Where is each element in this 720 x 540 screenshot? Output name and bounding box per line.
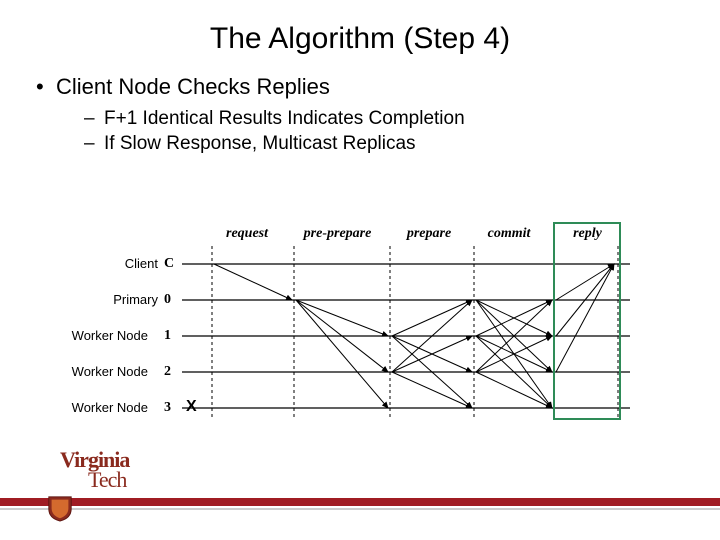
- bullet-level2: If Slow Response, Multicast Replicas: [36, 133, 690, 155]
- slide: The Algorithm (Step 4) Client Node Check…: [0, 0, 720, 540]
- footer-divider-line: [0, 508, 720, 510]
- slide-title: The Algorithm (Step 4): [0, 0, 720, 74]
- logo-line2: Tech: [60, 470, 180, 490]
- faulty-node-x-icon: X: [186, 398, 197, 416]
- reply-phase-highlight: [553, 222, 621, 420]
- bullet-level1: Client Node Checks Replies: [36, 74, 690, 100]
- virginia-tech-logo: Virginia Tech: [60, 450, 180, 500]
- vt-shield-icon: [46, 494, 74, 522]
- pbft-diagram: request pre-prepare prepare commit reply…: [70, 218, 680, 438]
- bullet-level2: F+1 Identical Results Indicates Completi…: [36, 108, 690, 130]
- content-area: Client Node Checks Replies F+1 Identical…: [0, 74, 720, 155]
